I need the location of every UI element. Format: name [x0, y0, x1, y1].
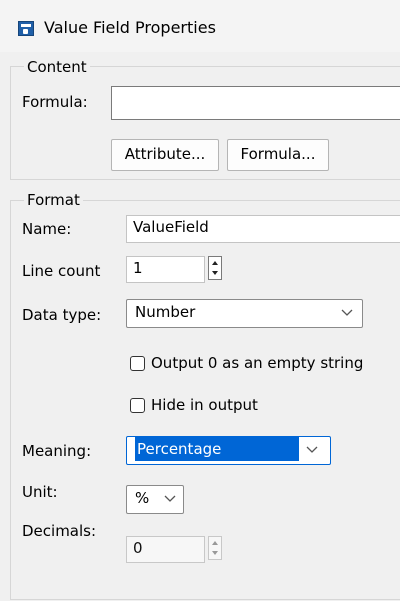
- meaning-select[interactable]: Percentage: [126, 436, 331, 465]
- hide-output-checkbox[interactable]: [130, 398, 145, 413]
- chevron-down-icon: [164, 495, 176, 502]
- meaning-value: Percentage: [135, 437, 299, 461]
- decimals-label: Decimals:: [22, 522, 97, 540]
- unit-value: %: [135, 489, 150, 507]
- formula-label: Formula:: [22, 93, 88, 111]
- unit-select[interactable]: %: [126, 485, 184, 514]
- name-input[interactable]: ValueField: [126, 215, 400, 243]
- window-icon: [18, 21, 34, 36]
- line-count-input[interactable]: 1: [126, 256, 205, 283]
- meaning-label: Meaning:: [22, 442, 92, 460]
- window-title: Value Field Properties: [44, 18, 216, 37]
- title-bar: Value Field Properties: [0, 0, 400, 52]
- chevron-down-icon: [341, 309, 353, 316]
- empty-string-label: Output 0 as an empty string: [151, 354, 364, 372]
- data-type-value: Number: [135, 303, 196, 321]
- spin-up-down-icon[interactable]: [208, 256, 222, 280]
- formula-input[interactable]: [111, 86, 400, 120]
- spin-up-down-icon[interactable]: [208, 536, 222, 560]
- formula-button[interactable]: Formula...: [227, 139, 329, 171]
- attribute-button[interactable]: Attribute...: [111, 139, 219, 171]
- data-type-label: Data type:: [22, 306, 102, 324]
- line-count-label: Line count: [22, 262, 101, 280]
- hide-output-label: Hide in output: [151, 396, 258, 414]
- empty-string-checkbox[interactable]: [130, 356, 145, 371]
- name-label: Name:: [22, 220, 72, 238]
- value-field-properties-window: Value Field Properties Content Formula: …: [0, 0, 400, 601]
- format-group-title: Format: [24, 190, 83, 210]
- unit-label: Unit:: [22, 483, 58, 501]
- data-type-select[interactable]: Number: [126, 299, 363, 328]
- content-group-title: Content: [24, 57, 90, 77]
- chevron-down-icon: [306, 446, 318, 453]
- decimals-input[interactable]: 0: [126, 536, 205, 563]
